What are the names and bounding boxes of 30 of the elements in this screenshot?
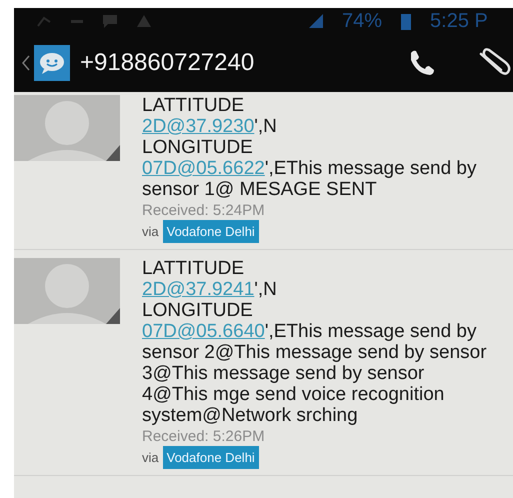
message-text: 2D@37.9241',N <box>142 279 278 300</box>
chat-icon <box>102 13 118 29</box>
received-time: Received: 5:24PM <box>142 202 266 220</box>
message-text: 07D@05.6640',EThis message send by sensor 2@This message send by sensor 3@This message send by sensor 4@This mge send voice recognition system@Network srching <box>142 321 488 426</box>
coordinate-link[interactable]: 2D@37.9230 <box>142 116 254 137</box>
via-label: via <box>142 449 159 467</box>
chat-smiley-icon[interactable] <box>34 45 70 81</box>
carrier-tag: Vodafone Delhi <box>162 446 259 469</box>
message-text: LATTITUDE <box>142 258 246 279</box>
person-silhouette-icon <box>14 258 120 324</box>
back-chevron-icon[interactable] <box>22 55 30 71</box>
battery-percent: 74% <box>342 10 382 32</box>
carrier-tag: Vodafone Delhi <box>162 220 259 243</box>
received-time: Received: 5:26PM <box>142 428 266 446</box>
signal-icon <box>308 13 324 29</box>
via-label: via <box>142 223 159 241</box>
coordinate-link[interactable]: 2D@37.9241 <box>142 279 254 300</box>
message-text: LONGITUDE <box>142 137 254 158</box>
message-text: LATTITUDE <box>142 95 246 116</box>
coordinate-link[interactable]: 07D@05.6622 <box>142 158 265 179</box>
battery-icon <box>400 12 412 30</box>
person-silhouette-icon <box>14 95 120 161</box>
clock-time: 5:25 P <box>430 10 488 32</box>
contact-number: +918860727240 <box>80 49 256 77</box>
message-text: 2D@37.9230',N <box>142 116 278 137</box>
warning-icon <box>136 14 152 28</box>
message-text: 07D@05.6622',EThis message send by sensor 1@ MESAGE SENT <box>142 158 478 200</box>
paperclip-icon[interactable] <box>477 48 511 78</box>
message-text: LONGITUDE <box>142 300 254 321</box>
coordinate-link[interactable]: 07D@05.6640 <box>142 321 265 342</box>
